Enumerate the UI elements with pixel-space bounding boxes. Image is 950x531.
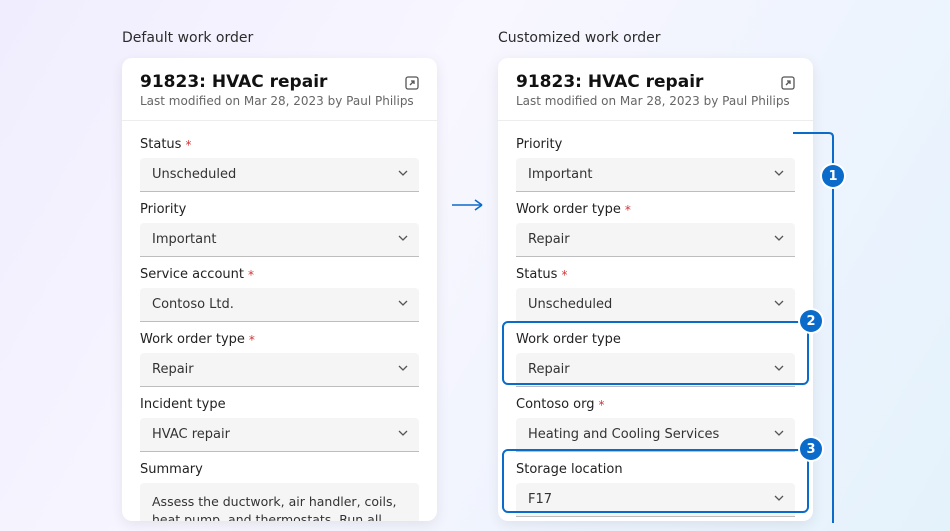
chevron-down-icon bbox=[773, 232, 785, 248]
label-text: Work order type bbox=[140, 332, 245, 347]
callout-3: 3 bbox=[800, 438, 822, 460]
status-dropdown[interactable]: Unscheduled bbox=[516, 288, 795, 322]
field-label: Status * bbox=[140, 137, 419, 152]
incident-type-dropdown[interactable]: HVAC repair bbox=[140, 418, 419, 452]
card-body: Priority Important Work order type * Rep… bbox=[498, 121, 813, 521]
card-header: 91823: HVAC repair Last modified on Mar … bbox=[122, 58, 437, 121]
chevron-down-icon bbox=[773, 167, 785, 183]
required-marker: * bbox=[185, 139, 191, 151]
customized-card: 91823: HVAC repair Last modified on Mar … bbox=[498, 58, 813, 521]
field-contoso-org: Contoso org * Heating and Cooling Servic… bbox=[516, 397, 795, 452]
card-subtitle: Last modified on Mar 28, 2023 by Paul Ph… bbox=[140, 94, 419, 108]
field-label: Contoso org * bbox=[516, 397, 795, 412]
label-text: Priority bbox=[140, 202, 186, 217]
required-marker: * bbox=[248, 269, 254, 281]
required-marker: * bbox=[599, 399, 605, 411]
dropdown-value: F17 bbox=[528, 492, 552, 507]
label-text: Summary bbox=[140, 462, 203, 477]
default-card: 91823: HVAC repair Last modified on Mar … bbox=[122, 58, 437, 521]
dropdown-value: Important bbox=[152, 232, 216, 247]
required-marker: * bbox=[561, 269, 567, 281]
work-order-type-dup-dropdown[interactable]: Repair bbox=[516, 353, 795, 387]
label-text: Contoso org bbox=[516, 397, 595, 412]
field-work-order-type-dup: Work order type Repair bbox=[516, 332, 795, 387]
contoso-org-dropdown[interactable]: Heating and Cooling Services bbox=[516, 418, 795, 452]
dropdown-value: Repair bbox=[152, 362, 194, 377]
field-label: Work order type bbox=[516, 332, 795, 347]
default-panel-label: Default work order bbox=[122, 30, 253, 46]
field-status: Status * Unscheduled bbox=[516, 267, 795, 322]
dropdown-value: Repair bbox=[528, 232, 570, 247]
status-dropdown[interactable]: Unscheduled bbox=[140, 158, 419, 192]
chevron-down-icon bbox=[773, 297, 785, 313]
field-summary: Summary Assess the ductwork, air handler… bbox=[140, 462, 419, 521]
label-text: Priority bbox=[516, 137, 562, 152]
dropdown-value: Repair bbox=[528, 362, 570, 377]
field-work-order-type-req: Work order type * Repair bbox=[516, 202, 795, 257]
field-priority: Priority Important bbox=[516, 137, 795, 192]
summary-textarea[interactable]: Assess the ductwork, air handler, coils,… bbox=[140, 483, 419, 521]
callout-1: 1 bbox=[822, 165, 844, 187]
chevron-down-icon bbox=[397, 232, 409, 248]
chevron-down-icon bbox=[397, 297, 409, 313]
chevron-down-icon bbox=[773, 492, 785, 508]
chevron-down-icon bbox=[397, 362, 409, 378]
chevron-down-icon bbox=[397, 167, 409, 183]
open-in-new-icon[interactable] bbox=[777, 72, 799, 94]
label-text: Storage location bbox=[516, 462, 623, 477]
card-title: 91823: HVAC repair bbox=[516, 72, 795, 92]
card-title: 91823: HVAC repair bbox=[140, 72, 419, 92]
card-header: 91823: HVAC repair Last modified on Mar … bbox=[498, 58, 813, 121]
label-text: Status bbox=[516, 267, 557, 282]
dropdown-value: Unscheduled bbox=[528, 297, 612, 312]
required-marker: * bbox=[249, 334, 255, 346]
field-incident-type: Incident type HVAC repair bbox=[140, 397, 419, 452]
chevron-down-icon bbox=[397, 427, 409, 443]
field-label: Work order type * bbox=[516, 202, 795, 217]
customized-panel-label: Customized work order bbox=[498, 30, 660, 46]
dropdown-value: Unscheduled bbox=[152, 167, 236, 182]
card-subtitle: Last modified on Mar 28, 2023 by Paul Ph… bbox=[516, 94, 795, 108]
field-priority: Priority Important bbox=[140, 202, 419, 257]
priority-dropdown[interactable]: Important bbox=[516, 158, 795, 192]
label-text: Service account bbox=[140, 267, 244, 282]
field-label: Priority bbox=[140, 202, 419, 217]
label-text: Work order type bbox=[516, 202, 621, 217]
dropdown-value: Contoso Ltd. bbox=[152, 297, 234, 312]
work-order-type-dropdown[interactable]: Repair bbox=[516, 223, 795, 257]
field-label: Priority bbox=[516, 137, 795, 152]
field-label: Storage location bbox=[516, 462, 795, 477]
work-order-type-dropdown[interactable]: Repair bbox=[140, 353, 419, 387]
priority-dropdown[interactable]: Important bbox=[140, 223, 419, 257]
field-work-order-type: Work order type * Repair bbox=[140, 332, 419, 387]
storage-location-dropdown[interactable]: F17 bbox=[516, 483, 795, 517]
field-service-account: Service account * Contoso Ltd. bbox=[140, 267, 419, 322]
chevron-down-icon bbox=[773, 362, 785, 378]
field-label: Status * bbox=[516, 267, 795, 282]
field-status: Status * Unscheduled bbox=[140, 137, 419, 192]
dropdown-value: Heating and Cooling Services bbox=[528, 427, 719, 442]
label-text: Incident type bbox=[140, 397, 226, 412]
service-account-dropdown[interactable]: Contoso Ltd. bbox=[140, 288, 419, 322]
dropdown-value: Important bbox=[528, 167, 592, 182]
field-label: Incident type bbox=[140, 397, 419, 412]
dropdown-value: HVAC repair bbox=[152, 427, 230, 442]
field-storage-location: Storage location F17 bbox=[516, 462, 795, 517]
arrow-right-icon bbox=[450, 195, 490, 219]
field-label: Service account * bbox=[140, 267, 419, 282]
open-in-new-icon[interactable] bbox=[401, 72, 423, 94]
chevron-down-icon bbox=[773, 427, 785, 443]
card-body: Status * Unscheduled Priority Important … bbox=[122, 121, 437, 521]
label-text: Status bbox=[140, 137, 181, 152]
field-label: Summary bbox=[140, 462, 419, 477]
label-text: Work order type bbox=[516, 332, 621, 347]
required-marker: * bbox=[625, 204, 631, 216]
field-label: Work order type * bbox=[140, 332, 419, 347]
callout-2: 2 bbox=[800, 310, 822, 332]
